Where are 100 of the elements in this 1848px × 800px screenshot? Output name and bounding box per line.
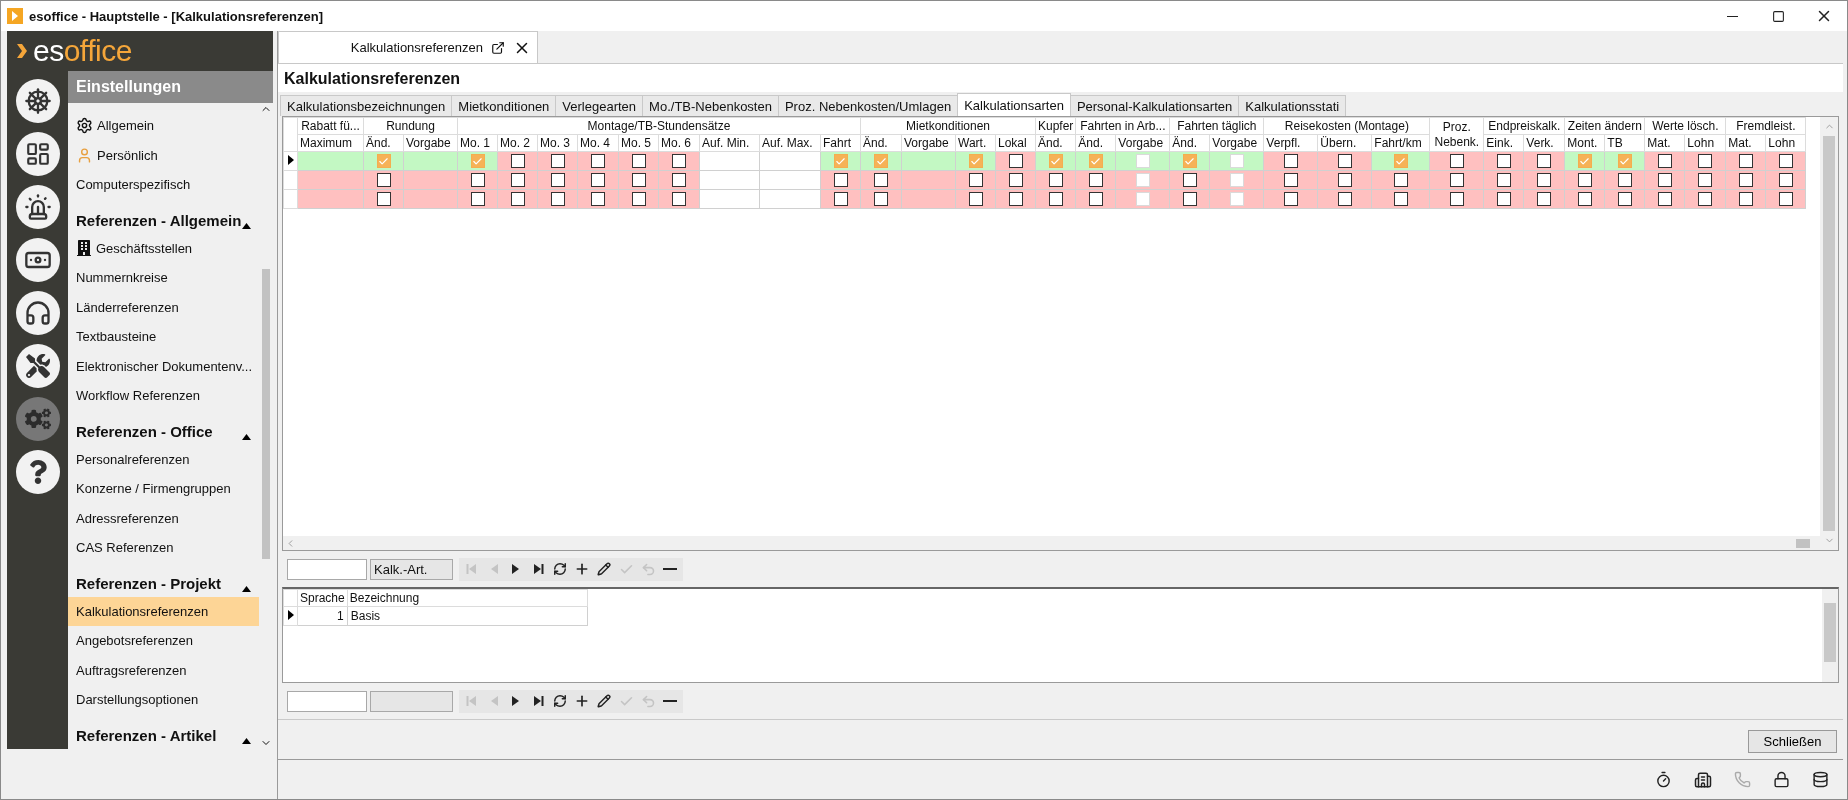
sidebar-item[interactable]: Textbausteine (68, 322, 259, 352)
module-button[interactable] (15, 79, 60, 123)
checkbox[interactable] (1537, 192, 1552, 207)
tab[interactable]: Kalkulationsstati (1238, 95, 1347, 116)
checkbox[interactable] (1738, 173, 1753, 188)
checkbox[interactable] (833, 154, 848, 169)
checkbox[interactable] (1048, 154, 1063, 169)
checkbox[interactable] (1283, 173, 1298, 188)
checkbox[interactable] (1182, 154, 1197, 169)
search-field[interactable] (287, 690, 367, 712)
checkbox[interactable] (1088, 192, 1103, 207)
checkbox[interactable] (1449, 192, 1464, 207)
stopwatch-icon[interactable] (1655, 771, 1672, 788)
checkbox[interactable] (1048, 192, 1063, 207)
checkbox[interactable] (1657, 154, 1672, 169)
checkbox[interactable] (591, 192, 605, 207)
checkbox[interactable] (1577, 192, 1592, 207)
checkbox[interactable] (968, 192, 983, 207)
checkbox[interactable] (1496, 192, 1511, 207)
sidebar-item[interactable]: Persönlich (68, 140, 259, 170)
external-link-icon[interactable] (491, 40, 505, 55)
checkbox[interactable] (1617, 192, 1632, 207)
checkbox[interactable] (1337, 192, 1352, 207)
column-header[interactable]: Bezeichnung (347, 589, 588, 607)
checkbox[interactable] (550, 173, 565, 188)
sidebar-item[interactable]: Geschäftsstellen (68, 233, 259, 263)
checkbox[interactable] (510, 173, 525, 188)
sidebar-item[interactable]: Darstellungsoptionen (68, 685, 259, 715)
checkbox[interactable] (1657, 173, 1672, 188)
sidebar-item[interactable]: Auftragsreferenzen (68, 655, 259, 685)
tab[interactable]: Kalkulationsbezeichnungen (280, 95, 453, 116)
checkbox[interactable] (631, 192, 646, 207)
checkbox[interactable] (1577, 154, 1592, 169)
sidebar-item[interactable]: Kalkulationsreferenzen (68, 596, 259, 626)
sidebar-item[interactable]: Angebotsreferenzen (68, 626, 259, 656)
checkbox[interactable] (1449, 154, 1464, 169)
section-header[interactable]: Referenzen - Allgemein (68, 199, 259, 234)
checkbox[interactable] (510, 154, 525, 169)
checkbox[interactable] (376, 173, 391, 188)
checkbox[interactable] (631, 173, 646, 188)
sidebar-item[interactable]: CAS Referenzen (68, 533, 259, 563)
checkbox[interactable] (672, 173, 686, 188)
checkbox[interactable] (1048, 173, 1063, 188)
module-button[interactable] (15, 132, 60, 176)
checkbox[interactable] (1698, 154, 1713, 169)
section-header[interactable]: Referenzen - Projekt (68, 562, 259, 597)
checkbox[interactable] (1393, 192, 1408, 207)
checkbox[interactable] (1537, 154, 1552, 169)
checkbox[interactable] (591, 154, 605, 169)
sidebar-item[interactable]: Workflow Referenzen (68, 381, 259, 411)
checkbox[interactable] (874, 192, 888, 207)
checkbox[interactable] (1393, 154, 1408, 169)
checkbox[interactable] (833, 173, 848, 188)
checkbox[interactable] (1088, 154, 1103, 169)
section-header[interactable]: Referenzen - Office (68, 410, 259, 445)
lock-icon[interactable] (1773, 771, 1790, 788)
checkbox[interactable] (470, 154, 485, 169)
checkbox[interactable] (376, 192, 391, 207)
checkbox[interactable] (1449, 173, 1464, 188)
checkbox[interactable] (833, 192, 848, 207)
module-button[interactable] (15, 238, 60, 282)
tab[interactable]: Verlegearten (555, 95, 644, 116)
checkbox[interactable] (1778, 173, 1793, 188)
scrollbar-thumb[interactable] (1796, 538, 1810, 548)
tab[interactable]: Mietkonditionen (451, 95, 557, 116)
checkbox[interactable] (1496, 173, 1511, 188)
checkbox[interactable] (376, 154, 391, 169)
module-button[interactable] (15, 291, 60, 335)
tab[interactable]: Kalkulationsarten (957, 93, 1071, 116)
filter-field[interactable] (370, 690, 453, 712)
checkbox[interactable] (1537, 173, 1552, 188)
tab[interactable]: Proz. Nebenkosten/Umlagen (777, 95, 959, 116)
row-indicator[interactable] (283, 606, 298, 626)
checkbox[interactable] (968, 154, 983, 169)
checkbox[interactable] (1778, 192, 1793, 207)
checkbox[interactable] (1738, 192, 1753, 207)
horizontal-scrollbar[interactable] (283, 536, 1820, 550)
checkbox[interactable] (1008, 192, 1023, 207)
sidebar-item[interactable]: Personalreferenzen (68, 444, 259, 474)
checkbox[interactable] (1008, 154, 1023, 169)
column-header[interactable]: Sprache (297, 589, 348, 607)
module-button[interactable] (15, 450, 60, 494)
filter-field[interactable]: Kalk.-Art. (370, 558, 453, 580)
checkbox[interactable] (1182, 173, 1197, 188)
checkbox[interactable] (631, 154, 646, 169)
search-field[interactable] (287, 558, 367, 580)
vertical-scrollbar[interactable] (1820, 117, 1838, 550)
checkbox[interactable] (1698, 192, 1713, 207)
sidebar-item[interactable]: Konzerne / Firmengruppen (68, 474, 259, 504)
checkbox[interactable] (1283, 154, 1298, 169)
tab[interactable]: Mo./TB-Nebenkosten (642, 95, 779, 116)
vertical-scrollbar[interactable] (1822, 589, 1838, 682)
close-dialog-button[interactable]: Schließen (1748, 729, 1837, 753)
module-button[interactable] (15, 185, 60, 229)
checkbox[interactable] (1577, 173, 1592, 188)
checkbox[interactable] (1496, 154, 1511, 169)
module-button[interactable] (15, 344, 60, 388)
checkbox[interactable] (1337, 154, 1352, 169)
checkbox[interactable] (470, 192, 485, 207)
checkbox[interactable] (510, 192, 525, 207)
